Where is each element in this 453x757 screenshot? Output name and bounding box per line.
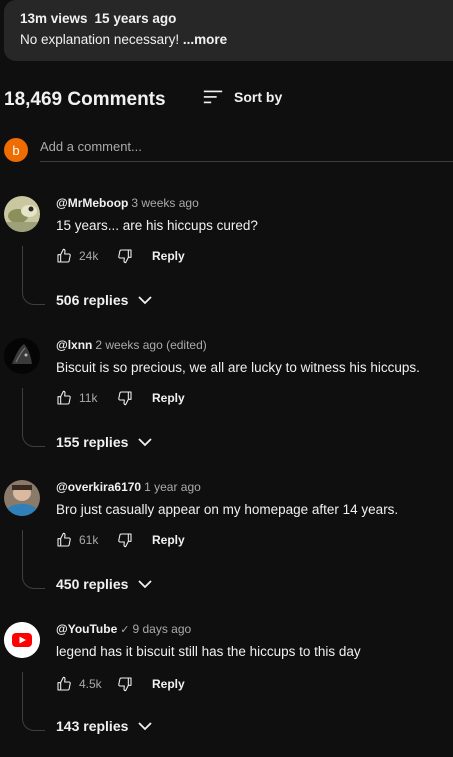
add-comment-input[interactable]: Add a comment... — [40, 139, 453, 162]
comment-actions: 11k Reply — [56, 390, 185, 406]
reply-button[interactable]: Reply — [152, 249, 185, 263]
avatar[interactable] — [4, 196, 40, 232]
comment-time[interactable]: 1 year ago — [144, 480, 201, 494]
chevron-down-icon — [138, 296, 153, 305]
chevron-down-icon — [138, 722, 153, 731]
replies-count: 506 replies — [56, 292, 129, 308]
like-count: 24k — [79, 249, 99, 263]
comment-text: legend has it biscuit still has the hicc… — [56, 644, 361, 659]
thumbs-up-icon[interactable] — [56, 676, 72, 692]
comment-author[interactable]: @overkira6170 — [56, 480, 141, 494]
reply-button[interactable]: Reply — [152, 677, 185, 691]
comments-page: 13m views 15 years ago No explanation nec… — [0, 0, 453, 757]
thumbs-down-icon[interactable] — [117, 248, 133, 264]
description-box[interactable]: 13m views 15 years ago No explanation nec… — [4, 0, 453, 61]
more-link[interactable]: ...more — [183, 32, 227, 47]
upload-age: 15 years ago — [94, 11, 177, 26]
avatar[interactable] — [4, 480, 40, 516]
thumbs-down-icon[interactable] — [117, 676, 133, 692]
replies-count: 450 replies — [56, 576, 129, 592]
thumbs-up-icon[interactable] — [56, 248, 72, 264]
chevron-down-icon — [138, 438, 153, 447]
description-text: No explanation necessary! ...more — [20, 32, 227, 47]
like-count: 61k — [79, 533, 99, 547]
comment-header: @lxnn 2 weeks ago (edited) — [56, 338, 207, 352]
sort-by-label: Sort by — [234, 89, 283, 105]
thread-connector — [22, 672, 45, 731]
thread-connector — [22, 388, 45, 447]
thread-connector — [22, 246, 45, 305]
view-replies-button[interactable]: 506 replies — [56, 292, 153, 308]
user-avatar[interactable]: b — [4, 138, 28, 162]
like-count: 11k — [79, 391, 98, 405]
comment-header: @overkira6170 1 year ago — [56, 480, 201, 494]
comment-text: Biscuit is so precious, we all are lucky… — [56, 360, 420, 375]
verified-check-icon: ✓ — [120, 624, 130, 636]
sort-by-button[interactable]: Sort by — [202, 86, 282, 108]
replies-count: 155 replies — [56, 434, 129, 450]
description-snippet: No explanation necessary! — [20, 32, 180, 47]
comment-time[interactable]: 2 weeks ago (edited) — [95, 338, 206, 352]
comment-text: 15 years... are his hiccups cured? — [56, 218, 258, 233]
replies-count: 143 replies — [56, 718, 129, 734]
thumbs-up-icon[interactable] — [56, 390, 72, 406]
comment-time[interactable]: 3 weeks ago — [131, 196, 198, 210]
view-replies-button[interactable]: 155 replies — [56, 434, 153, 450]
avatar[interactable] — [4, 338, 40, 374]
avatar-image — [4, 196, 40, 232]
comment-time[interactable]: 9 days ago — [132, 622, 191, 636]
view-replies-button[interactable]: 450 replies — [56, 576, 153, 592]
like-count: 4.5k — [79, 677, 102, 691]
youtube-logo-icon — [4, 622, 40, 658]
reply-button[interactable]: Reply — [152, 391, 185, 405]
avatar-image — [4, 480, 40, 516]
description-stats: 13m views 15 years ago — [20, 11, 176, 26]
comment-actions: 61k Reply — [56, 532, 185, 548]
view-count: 13m views — [20, 11, 88, 26]
comment-author[interactable]: @lxnn — [56, 338, 92, 352]
comment-author[interactable]: @MrMeboop — [56, 196, 128, 210]
comment-actions: 24k Reply — [56, 248, 185, 264]
thread-connector — [22, 530, 45, 589]
comment-text: Bro just casually appear on my homepage … — [56, 502, 399, 517]
sort-icon — [203, 90, 223, 104]
avatar-image — [4, 338, 40, 374]
reply-button[interactable]: Reply — [152, 533, 185, 547]
comment-actions: 4.5k Reply — [56, 676, 185, 692]
comments-count: 18,469 Comments — [4, 89, 166, 110]
avatar[interactable] — [4, 622, 40, 658]
comment-header: @YouTube ✓ 9 days ago — [56, 622, 191, 636]
comment-header: @MrMeboop 3 weeks ago — [56, 196, 199, 210]
comment-author[interactable]: @YouTube — [56, 622, 117, 636]
thumbs-down-icon[interactable] — [117, 532, 133, 548]
thumbs-down-icon[interactable] — [117, 390, 133, 406]
view-replies-button[interactable]: 143 replies — [56, 718, 153, 734]
thumbs-up-icon[interactable] — [56, 532, 72, 548]
chevron-down-icon — [138, 580, 153, 589]
